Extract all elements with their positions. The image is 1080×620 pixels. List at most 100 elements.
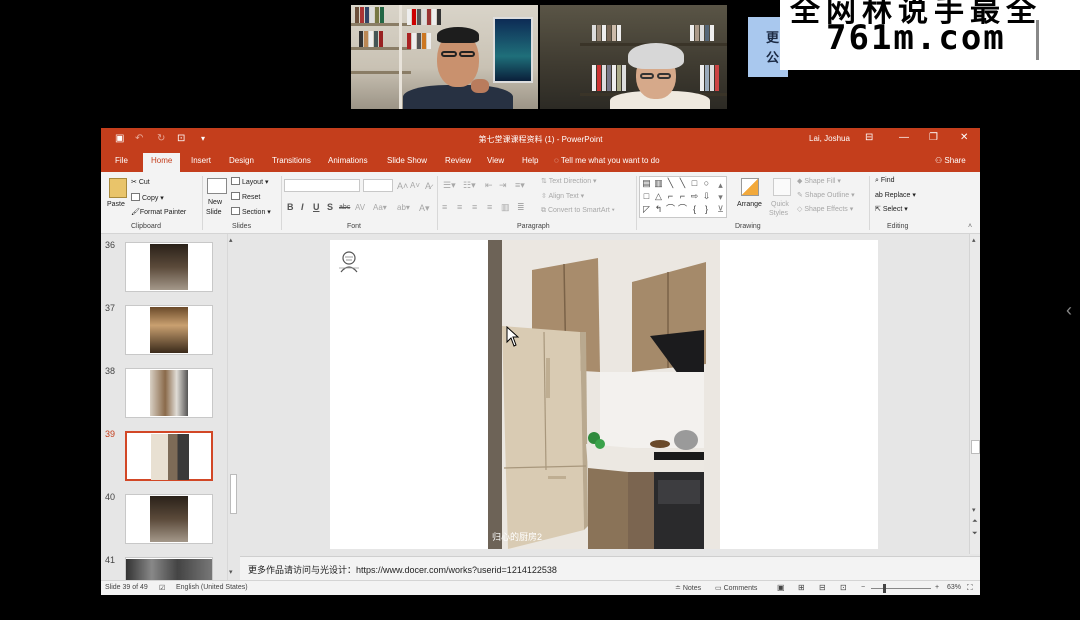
change-case-icon[interactable]: Aa▾: [373, 203, 387, 212]
new-slide-label[interactable]: New: [208, 199, 222, 206]
arrow-shape-icon[interactable]: ⇨: [689, 191, 700, 202]
shape-effects-button[interactable]: ◇ Shape Effects ▾: [797, 205, 853, 213]
underline-button[interactable]: U: [313, 202, 320, 212]
close-icon[interactable]: ✕: [960, 132, 968, 143]
tab-home[interactable]: Home: [143, 153, 181, 172]
minimize-icon[interactable]: —: [899, 132, 909, 143]
brace-shape-icon[interactable]: {: [689, 204, 700, 215]
line-shape-icon[interactable]: ╲: [677, 178, 688, 189]
quick-styles-label[interactable]: Quick: [771, 201, 789, 208]
align-right-icon[interactable]: ≡: [472, 202, 477, 212]
tab-view[interactable]: View: [487, 156, 504, 165]
shape-icon[interactable]: ↰: [653, 204, 664, 215]
layout-button[interactable]: Layout ▾: [231, 177, 269, 186]
slide-thumbnail[interactable]: [125, 368, 213, 418]
brace-shape-icon[interactable]: }: [701, 204, 712, 215]
zoom-slider-track[interactable]: [871, 588, 931, 589]
slide-thumbnail-selected[interactable]: [125, 431, 213, 481]
italic-button[interactable]: I: [301, 202, 304, 212]
kitchen-photo[interactable]: [488, 240, 720, 549]
format-painter-button[interactable]: 🖌Format Painter: [131, 208, 186, 216]
previous-slide-icon[interactable]: ⏶: [972, 518, 978, 526]
new-slide-label-2[interactable]: Slide: [206, 209, 222, 216]
shape-icon[interactable]: ◸: [641, 204, 652, 215]
slide-thumbnail[interactable]: [125, 557, 213, 580]
grow-font-icon[interactable]: A˄: [397, 181, 408, 191]
reading-view-icon[interactable]: ⊟: [819, 583, 826, 592]
find-button[interactable]: ⌕ Find: [875, 177, 895, 185]
highlight-icon[interactable]: ab▾: [397, 203, 410, 212]
shadow-button[interactable]: S: [327, 202, 333, 212]
share-button[interactable]: ⚇ Share: [935, 156, 966, 165]
square-shape-icon[interactable]: □: [641, 191, 652, 202]
quick-styles-icon[interactable]: [773, 178, 791, 196]
increase-indent-icon[interactable]: ⇥: [499, 180, 507, 191]
zoom-out-icon[interactable]: −: [861, 584, 865, 591]
font-name-box[interactable]: [284, 179, 360, 192]
notes-button[interactable]: ≐ Notes: [675, 584, 701, 592]
shrink-font-icon[interactable]: A˅: [410, 181, 420, 190]
video-tile-participant-2[interactable]: [540, 5, 727, 109]
scrollbar-handle[interactable]: [971, 440, 980, 454]
scroll-up-icon[interactable]: ▴: [972, 236, 976, 244]
shape-fill-button[interactable]: ◆ Shape Fill ▾: [797, 177, 841, 185]
font-size-box[interactable]: [363, 179, 393, 192]
zoom-in-icon[interactable]: +: [935, 584, 939, 591]
line-spacing-icon[interactable]: ≡▾: [515, 180, 525, 191]
smartart-button[interactable]: ⧉ Convert to SmartArt ▾: [541, 207, 615, 215]
language-status[interactable]: English (United States): [176, 584, 248, 591]
tab-design[interactable]: Design: [229, 156, 254, 165]
connector-shape-icon[interactable]: ⌐: [677, 191, 688, 202]
triangle-shape-icon[interactable]: △: [653, 191, 664, 202]
tab-review[interactable]: Review: [445, 156, 471, 165]
align-left-icon[interactable]: ≡: [442, 202, 447, 212]
tab-file[interactable]: File: [115, 156, 128, 165]
chevron-left-icon[interactable]: ‹: [1066, 300, 1072, 321]
editor-scrollbar[interactable]: ▴ ▾ ⏶ ⏷: [969, 234, 980, 554]
slide-thumbnails-pane[interactable]: 36 37 38 39 40 41 ▴ ▾: [101, 234, 239, 580]
thumbnails-scrollbar[interactable]: ▴ ▾: [227, 234, 238, 580]
paste-button[interactable]: Paste: [107, 201, 125, 208]
bullets-icon[interactable]: ☰▾: [443, 180, 456, 191]
copy-button[interactable]: Copy ▾: [131, 193, 164, 202]
line-shape-icon[interactable]: ╲: [665, 178, 676, 189]
arrow-shape-icon[interactable]: ⇩: [701, 191, 712, 202]
zoom-level[interactable]: 63%: [947, 584, 961, 591]
replace-button[interactable]: ab Replace ▾: [875, 191, 916, 199]
quick-styles-label-2[interactable]: Styles: [769, 210, 788, 217]
textbox-shape-icon[interactable]: ▤: [641, 178, 652, 189]
curve-shape-icon[interactable]: ⌒: [677, 204, 688, 215]
collapse-ribbon-icon[interactable]: ˄: [968, 223, 972, 230]
tab-insert[interactable]: Insert: [191, 156, 211, 165]
char-spacing-icon[interactable]: AV: [355, 203, 365, 212]
scrollbar-handle[interactable]: [230, 474, 237, 514]
paragraph-options-icon[interactable]: ≣: [517, 202, 525, 213]
decrease-indent-icon[interactable]: ⇤: [485, 180, 493, 191]
select-button[interactable]: ⇱ Select ▾: [875, 205, 908, 213]
notes-text[interactable]: 更多作品请访问与光设计：https://www.docer.com/works?…: [248, 563, 557, 576]
font-color-icon[interactable]: A▾: [419, 203, 430, 214]
slide-thumbnail[interactable]: [125, 494, 213, 544]
cut-button[interactable]: ✂ Cut: [131, 178, 150, 186]
text-direction-button[interactable]: ⇅ Text Direction ▾: [541, 177, 597, 185]
columns-icon[interactable]: ▥: [501, 202, 510, 213]
tab-transitions[interactable]: Transitions: [272, 156, 311, 165]
notes-pane[interactable]: 更多作品请访问与光设计：https://www.docer.com/works?…: [240, 556, 980, 580]
curve-shape-icon[interactable]: ⌒: [665, 204, 676, 215]
scroll-up-icon[interactable]: ▴: [229, 236, 233, 244]
normal-view-icon[interactable]: ▣: [777, 583, 785, 592]
align-text-button[interactable]: ⇳ Align Text ▾: [541, 192, 584, 200]
gallery-more-icon[interactable]: ⊻: [715, 204, 726, 215]
gallery-down-icon[interactable]: ▾: [715, 192, 726, 203]
fit-to-window-icon[interactable]: ⛶: [967, 583, 973, 593]
bold-button[interactable]: B: [287, 202, 294, 212]
align-center-icon[interactable]: ≡: [457, 202, 462, 212]
user-name[interactable]: Lai, Joshua: [809, 134, 850, 143]
paste-icon[interactable]: [109, 178, 127, 198]
shape-outline-button[interactable]: ✎ Shape Outline ▾: [797, 191, 855, 199]
oval-shape-icon[interactable]: ○: [701, 178, 712, 189]
justify-icon[interactable]: ≡: [487, 202, 492, 212]
current-slide[interactable]: 归心的厨房2: [330, 240, 878, 549]
new-slide-icon[interactable]: [207, 178, 227, 194]
restore-icon[interactable]: ❐: [929, 132, 938, 143]
